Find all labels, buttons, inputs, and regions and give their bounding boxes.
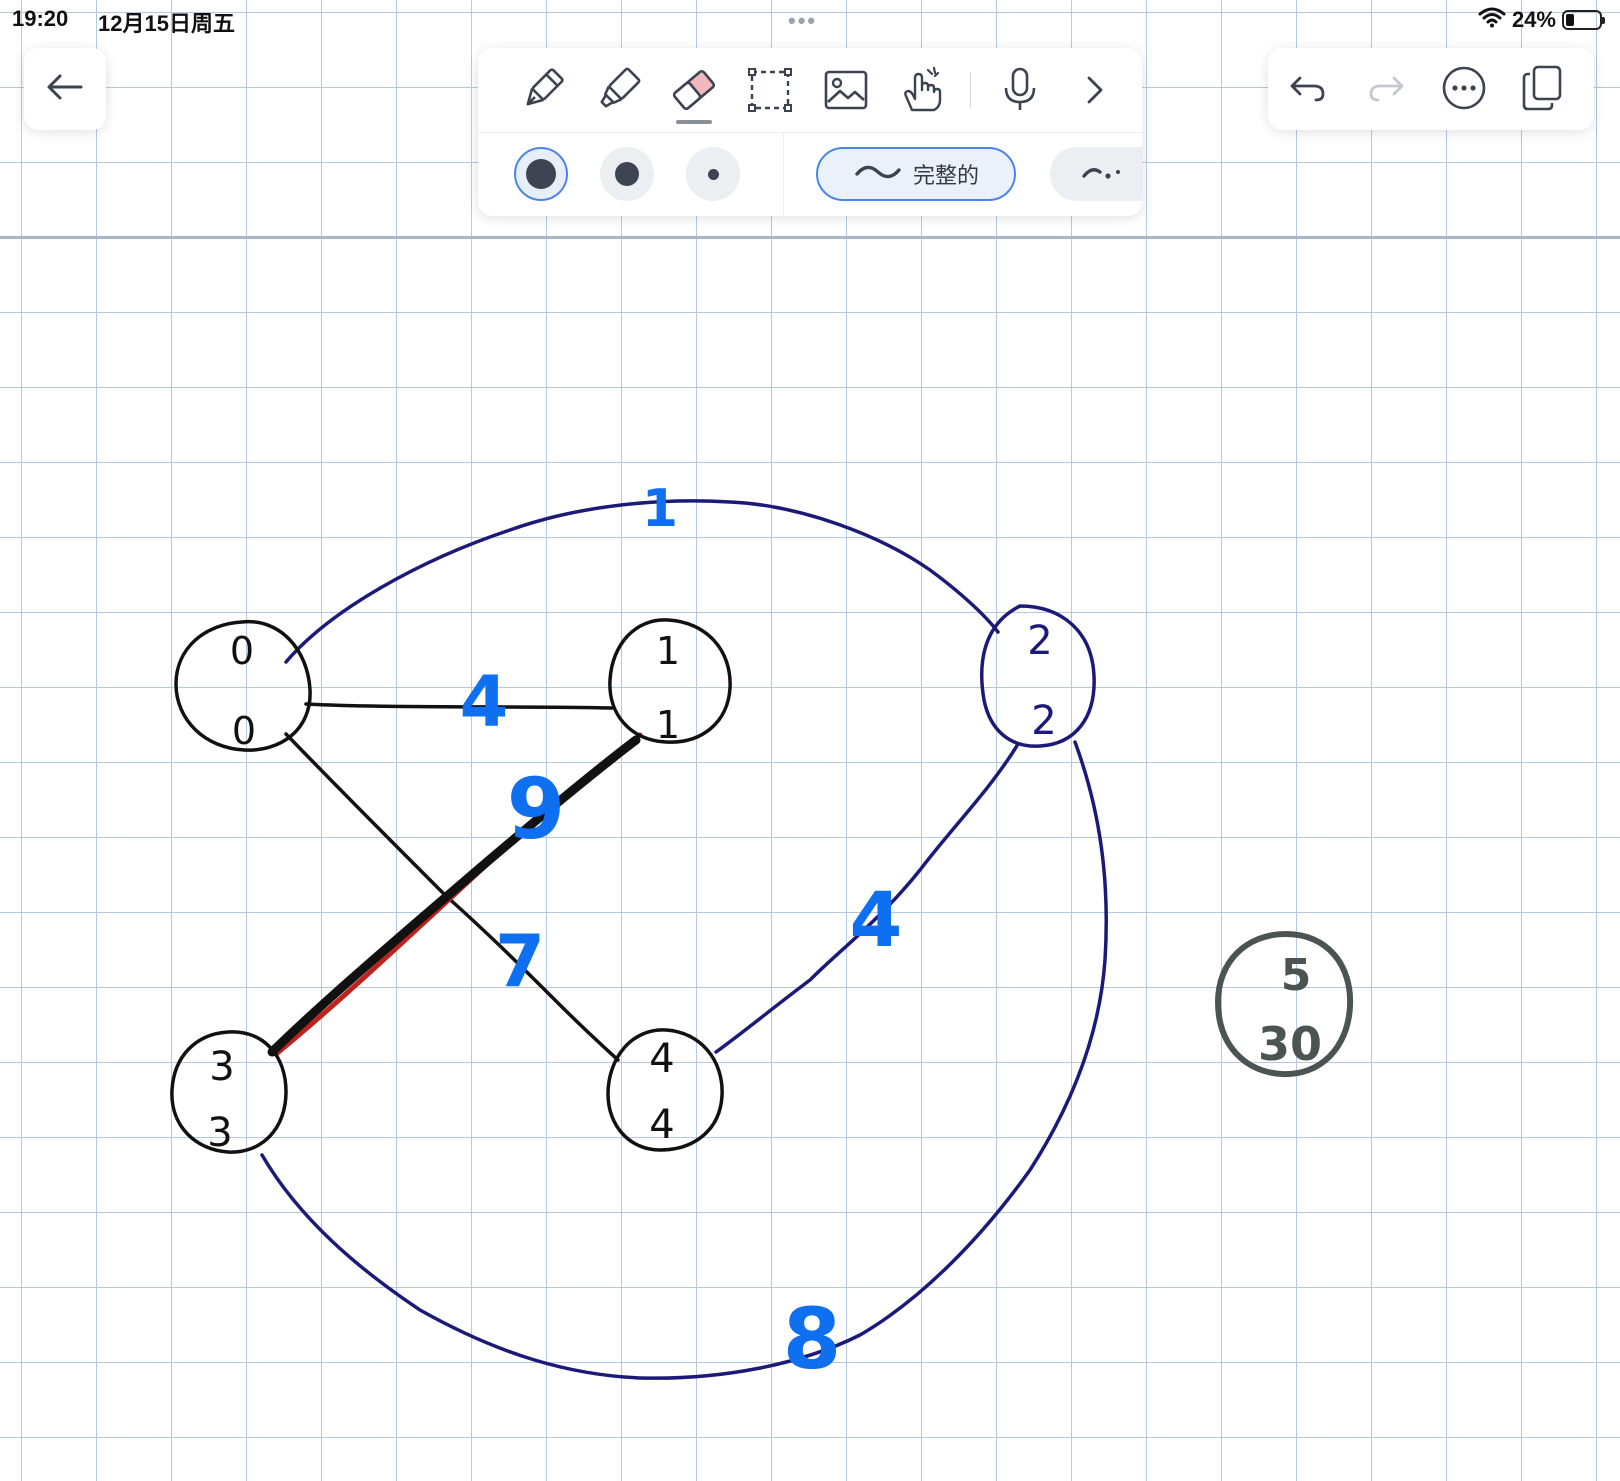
redo-button[interactable] xyxy=(1356,60,1416,120)
battery-icon xyxy=(1562,9,1605,30)
size-dot xyxy=(707,168,719,180)
eraser-tool[interactable] xyxy=(666,62,722,124)
weight-3-2: 8 xyxy=(783,1290,841,1388)
pages-button[interactable] xyxy=(1512,60,1572,120)
node-2-top-label: 2 xyxy=(1027,618,1052,664)
stroke-style-label: 完整的 xyxy=(912,163,979,188)
status-right: 24% xyxy=(1478,6,1605,33)
multitasking-dots[interactable]: ••• xyxy=(788,8,817,34)
hand-touch-icon xyxy=(898,66,946,119)
stroke-size-large[interactable] xyxy=(514,147,568,201)
node-4-top-label: 4 xyxy=(649,1036,674,1082)
back-button[interactable] xyxy=(24,48,106,130)
weight-1-3: 9 xyxy=(507,760,565,858)
undo-button[interactable] xyxy=(1278,60,1338,120)
image-tool[interactable] xyxy=(818,62,874,122)
wifi-icon xyxy=(1478,6,1506,33)
node-3-top-label: 3 xyxy=(209,1044,234,1090)
node-2-bottom-label: 2 xyxy=(1031,698,1056,744)
edge-1-3 xyxy=(267,735,641,1057)
lasso-select-icon xyxy=(746,66,794,119)
node-4-bottom-label: 4 xyxy=(649,1102,674,1148)
node-5-bottom-label: 30 xyxy=(1258,1017,1322,1071)
tilde-stroke-icon xyxy=(853,160,903,189)
pages-icon xyxy=(1520,64,1564,117)
stroke-style-partial[interactable] xyxy=(1050,147,1142,201)
size-dot xyxy=(526,159,556,189)
fountain-pen-icon xyxy=(518,66,566,119)
arrow-left-icon xyxy=(45,72,85,107)
fountain-pen-tool[interactable] xyxy=(514,62,570,122)
chevron-right-icon xyxy=(1079,70,1109,115)
hand-tool[interactable] xyxy=(894,62,950,122)
node-1-top-label: 1 xyxy=(656,629,680,673)
more-button[interactable] xyxy=(1434,60,1494,120)
highlighter-icon xyxy=(594,66,642,119)
node-1-bottom-label: 1 xyxy=(656,703,680,747)
options-separator xyxy=(783,133,784,216)
node-3-bottom-label: 3 xyxy=(207,1110,232,1156)
stroke-size-medium[interactable] xyxy=(600,147,654,201)
node-0-bottom-label: 0 xyxy=(232,709,256,753)
weight-0-4: 7 xyxy=(495,919,545,1003)
size-dot xyxy=(615,162,639,186)
weight-0-1: 4 xyxy=(460,661,509,743)
drawing-canvas[interactable]: 0 0 1 1 2 2 3 3 4 4 5 30 1 4 9 7 4 8 xyxy=(0,0,1620,1481)
status-date: 12月15日周五 xyxy=(98,11,235,36)
microphone-icon xyxy=(996,66,1044,119)
undo-icon xyxy=(1288,70,1328,111)
drawing-toolbar: 完整的 xyxy=(478,48,1142,216)
more-tools-button[interactable] xyxy=(1066,62,1122,122)
status-bar: 19:20 12月15日周五 ••• 24% xyxy=(0,0,1620,40)
redo-icon xyxy=(1366,70,1406,111)
stroke-style-full[interactable]: 完整的 xyxy=(816,147,1016,201)
right-controls xyxy=(1268,48,1594,130)
microphone-tool[interactable] xyxy=(992,62,1048,122)
eraser-icon xyxy=(669,66,719,119)
selected-tool-indicator xyxy=(676,120,712,124)
weight-0-2: 1 xyxy=(642,479,678,539)
lasso-tool[interactable] xyxy=(742,62,798,122)
stroke-size-small[interactable] xyxy=(686,147,740,201)
weight-2-4: 4 xyxy=(850,875,903,964)
partial-stroke-icon xyxy=(1080,160,1130,189)
image-icon xyxy=(822,66,870,119)
highlighter-tool[interactable] xyxy=(590,62,646,122)
page-header-divider xyxy=(0,236,1620,239)
toolbar-separator xyxy=(970,72,971,108)
status-time: 19:20 xyxy=(12,6,69,31)
battery-fill xyxy=(1566,13,1574,26)
node-5-top-label: 5 xyxy=(1281,950,1312,1001)
stroke-options: 完整的 xyxy=(478,133,1142,216)
tool-row xyxy=(478,48,1142,132)
battery-percent: 24% xyxy=(1511,6,1556,32)
node-0-top-label: 0 xyxy=(230,629,254,673)
more-icon xyxy=(1441,65,1487,116)
